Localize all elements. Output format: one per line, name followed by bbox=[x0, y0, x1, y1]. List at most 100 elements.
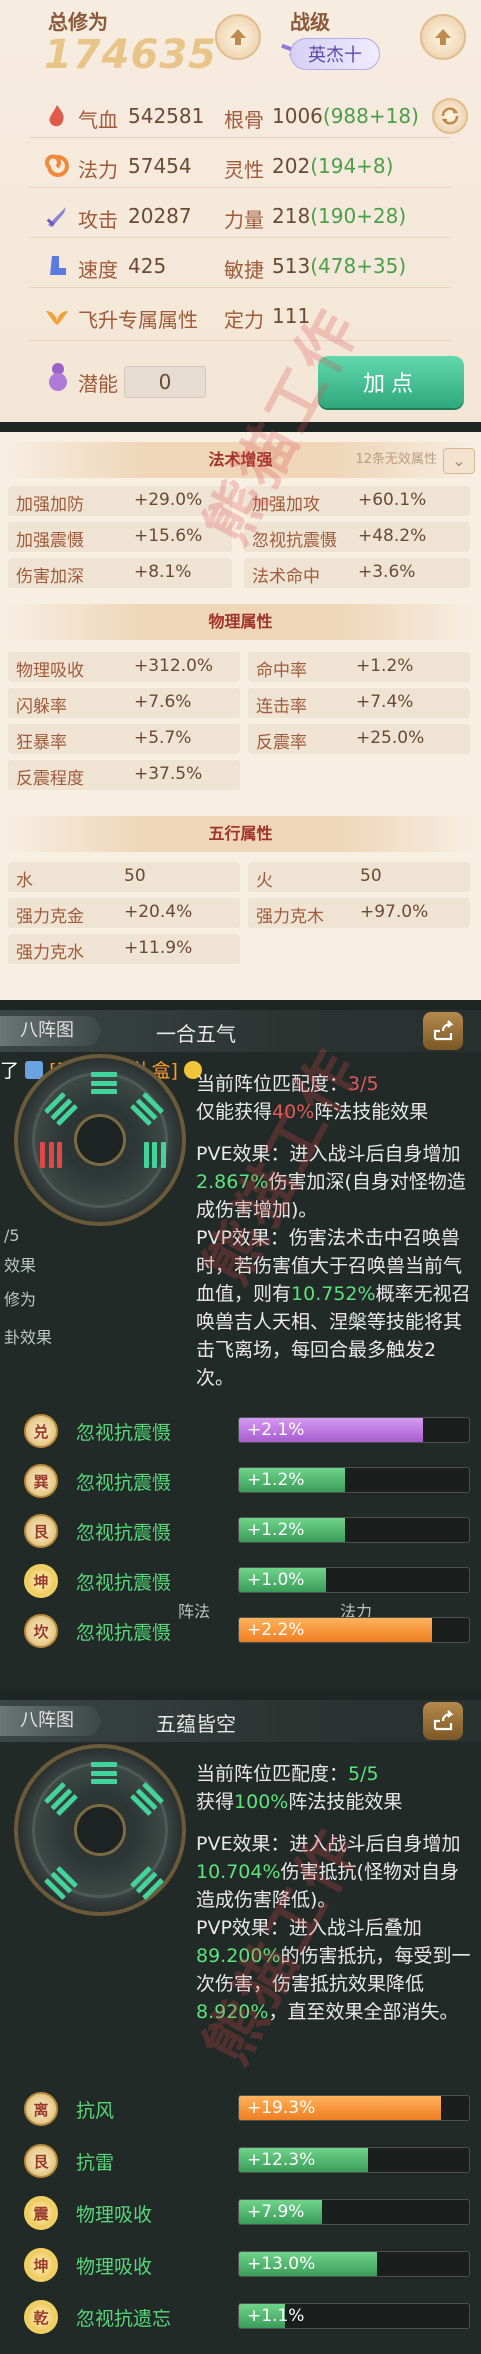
attr-cell: 物理吸收 +312.0% bbox=[8, 652, 240, 682]
boot-speed-icon bbox=[50, 256, 66, 275]
share-button[interactable] bbox=[423, 1012, 463, 1050]
stat-bonus: (478+35) bbox=[310, 254, 407, 278]
share-button[interactable] bbox=[423, 1702, 463, 1740]
attr-value: 50 bbox=[124, 866, 146, 886]
match-line: 当前阵位匹配度：3/5 bbox=[196, 1070, 474, 1098]
attr-cell: 狂暴率 +5.7% bbox=[8, 724, 240, 754]
attr-progress-bar: +2.2% bbox=[238, 1617, 470, 1643]
formation-header: 八阵图 五蕴皆空 bbox=[0, 1700, 481, 1742]
formation-panel-2: 八阵图 五蕴皆空 当前阵位匹配度：5/5 获得100%阵法技能效果 PVE效果：… bbox=[0, 1700, 481, 2354]
attr-progress-value: +1.0% bbox=[247, 1570, 305, 1590]
effect-text: 阵法技能效果 bbox=[314, 1101, 429, 1123]
attr-key: 反震程度 bbox=[16, 769, 84, 789]
trigram-medal-icon[interactable]: 坎 bbox=[24, 1614, 58, 1648]
formation-attr-row: 兑忽视抗震慑 +2.1% bbox=[0, 1412, 481, 1450]
attr-cell: 反震率 +25.0% bbox=[248, 724, 470, 754]
attr-progress-value: +13.0% bbox=[247, 2254, 316, 2274]
wheel-center bbox=[74, 1804, 126, 1856]
trigram-medal-icon[interactable]: 艮 bbox=[24, 2144, 58, 2178]
attr-value: +8.1% bbox=[134, 562, 192, 582]
tab-eight-formation[interactable]: 八阵图 bbox=[0, 1016, 100, 1046]
pvp-line: PVP效果：伤害法术击中召唤兽时，若伤害值大于召唤兽当前气血值，则有10.752… bbox=[196, 1224, 474, 1392]
attr-value: 50 bbox=[360, 866, 382, 886]
pvp-text: ，直至效果全部消失。 bbox=[268, 2001, 459, 2023]
pve-text: PVE效果：进入战斗后自身增加 bbox=[196, 1143, 461, 1165]
upgrade-arrow-button[interactable] bbox=[215, 14, 261, 60]
trigram-medal-icon[interactable]: 离 bbox=[24, 2092, 58, 2126]
divider bbox=[30, 137, 450, 138]
formation-attr-name: 抗雷 bbox=[76, 2152, 115, 2174]
trigram-medal-icon[interactable]: 乾 bbox=[24, 2300, 58, 2334]
tab-eight-formation[interactable]: 八阵图 bbox=[0, 1706, 100, 1736]
formation-attr-name: 忽视抗遗忘 bbox=[76, 2308, 172, 2330]
attr-value: +7.6% bbox=[134, 692, 192, 712]
stat-value: 218(190+28) bbox=[272, 204, 406, 228]
trigram-medal-icon[interactable]: 巽 bbox=[24, 1464, 58, 1498]
stat-value: 57454 bbox=[128, 154, 192, 178]
ascension-attr-link[interactable]: 飞升专属属性 bbox=[78, 304, 198, 333]
attr-value: +97.0% bbox=[360, 902, 429, 922]
attr-progress-value: +12.3% bbox=[247, 2150, 316, 2170]
stat-key: 定力 bbox=[224, 308, 264, 332]
effect-pct: 100% bbox=[234, 1791, 289, 1813]
attr-progress-value: +1.2% bbox=[247, 1520, 305, 1540]
stat-base: 1006 bbox=[272, 104, 323, 128]
formation-attr-name: 物理吸收 bbox=[76, 2204, 153, 2226]
stat-value: 425 bbox=[128, 254, 167, 278]
physical-attr-title: 物理属性 bbox=[0, 604, 481, 640]
total-cultivation-label: 总修为 bbox=[48, 10, 108, 34]
attributes-panel: 法术增强 12条无效属性 ⌄ 加强加防 +29.0% 加强加攻 +60.1% 加强震… bbox=[0, 432, 481, 1000]
formation-panel-1: 八阵图 一合五气 了 [天狼星破礼盒] /5 效果 修为 卦效果 阵法 法力 当… bbox=[0, 1010, 481, 1690]
trigram-medal-icon[interactable]: 兑 bbox=[24, 1414, 58, 1448]
attr-progress-value: +1.1% bbox=[247, 2306, 305, 2326]
stat-row-ascension[interactable]: 飞升专属属性 定力 111 bbox=[0, 296, 481, 336]
attr-cell: 命中率 +1.2% bbox=[248, 652, 470, 682]
trigram-medal-icon[interactable]: 震 bbox=[24, 2196, 58, 2230]
attr-value: +312.0% bbox=[134, 656, 214, 676]
attr-key: 水 bbox=[16, 871, 33, 891]
wheel-center bbox=[74, 1114, 126, 1166]
stat-key: 根骨 bbox=[224, 108, 264, 132]
attr-progress-bar: +19.3% bbox=[238, 2095, 470, 2121]
attr-value: +25.0% bbox=[356, 728, 425, 748]
attr-value: +1.2% bbox=[356, 656, 414, 676]
battle-rank-label: 战级 bbox=[290, 10, 330, 34]
formation-attr-name: 忽视抗震慑 bbox=[76, 1422, 172, 1444]
formation-attr-row: 离抗风 +19.3% bbox=[0, 2090, 481, 2128]
formation-attr-row: 巽忽视抗震慑 +1.2% bbox=[0, 1462, 481, 1500]
stat-key: 法力 bbox=[78, 158, 118, 182]
effect-text: 仅能获得 bbox=[196, 1101, 273, 1123]
trigram-icon bbox=[144, 1142, 166, 1168]
trigram-medal-icon[interactable]: 艮 bbox=[24, 1514, 58, 1548]
attr-key: 加强加攻 bbox=[252, 495, 320, 515]
trigram-medal-icon[interactable]: 坤 bbox=[24, 2248, 58, 2282]
stat-value: 202(194+8) bbox=[272, 154, 393, 178]
chevron-down-icon[interactable]: ⌄ bbox=[443, 448, 475, 474]
chat-prefix: 了 bbox=[0, 1060, 20, 1082]
attr-cell: 水 50 bbox=[8, 862, 240, 892]
pvp-value: 10.752% bbox=[291, 1283, 376, 1305]
attr-key: 闪躲率 bbox=[16, 697, 67, 717]
formation-description: 当前阵位匹配度：3/5 仅能获得40%阵法技能效果 PVE效果：进入战斗后自身增… bbox=[196, 1070, 474, 1392]
battle-rank-value: 英杰十 bbox=[308, 45, 362, 66]
stat-key: 气血 bbox=[78, 108, 118, 132]
stat-value: 20287 bbox=[128, 204, 192, 228]
attr-key: 命中率 bbox=[256, 661, 307, 681]
rank-upgrade-button[interactable] bbox=[420, 14, 466, 60]
attr-progress-bar: +2.1% bbox=[238, 1417, 470, 1443]
formation-attr-row: 乾忽视抗遗忘 +1.1% bbox=[0, 2298, 481, 2336]
attr-progress-value: +19.3% bbox=[247, 2098, 316, 2118]
formation-description: 当前阵位匹配度：5/5 获得100%阵法技能效果 PVE效果：进入战斗后自身增加… bbox=[196, 1760, 474, 2026]
attr-progress-bar: +12.3% bbox=[238, 2147, 470, 2173]
stat-bonus: (190+28) bbox=[310, 204, 407, 228]
trigram-medal-icon[interactable]: 坤 bbox=[24, 1564, 58, 1598]
attr-cell: 伤害加深 +8.1% bbox=[8, 558, 232, 588]
attr-progress-value: +1.2% bbox=[247, 1470, 305, 1490]
add-point-button[interactable]: 加点 bbox=[318, 356, 464, 408]
attr-value: +15.6% bbox=[134, 526, 203, 546]
stat-base: 513 bbox=[272, 254, 311, 278]
formation-attr-name: 忽视抗震慑 bbox=[76, 1572, 172, 1594]
attr-progress-value: +2.2% bbox=[247, 1620, 305, 1640]
stat-value: 542581 bbox=[128, 104, 205, 128]
formation-name: 一合五气 bbox=[156, 1022, 236, 1046]
